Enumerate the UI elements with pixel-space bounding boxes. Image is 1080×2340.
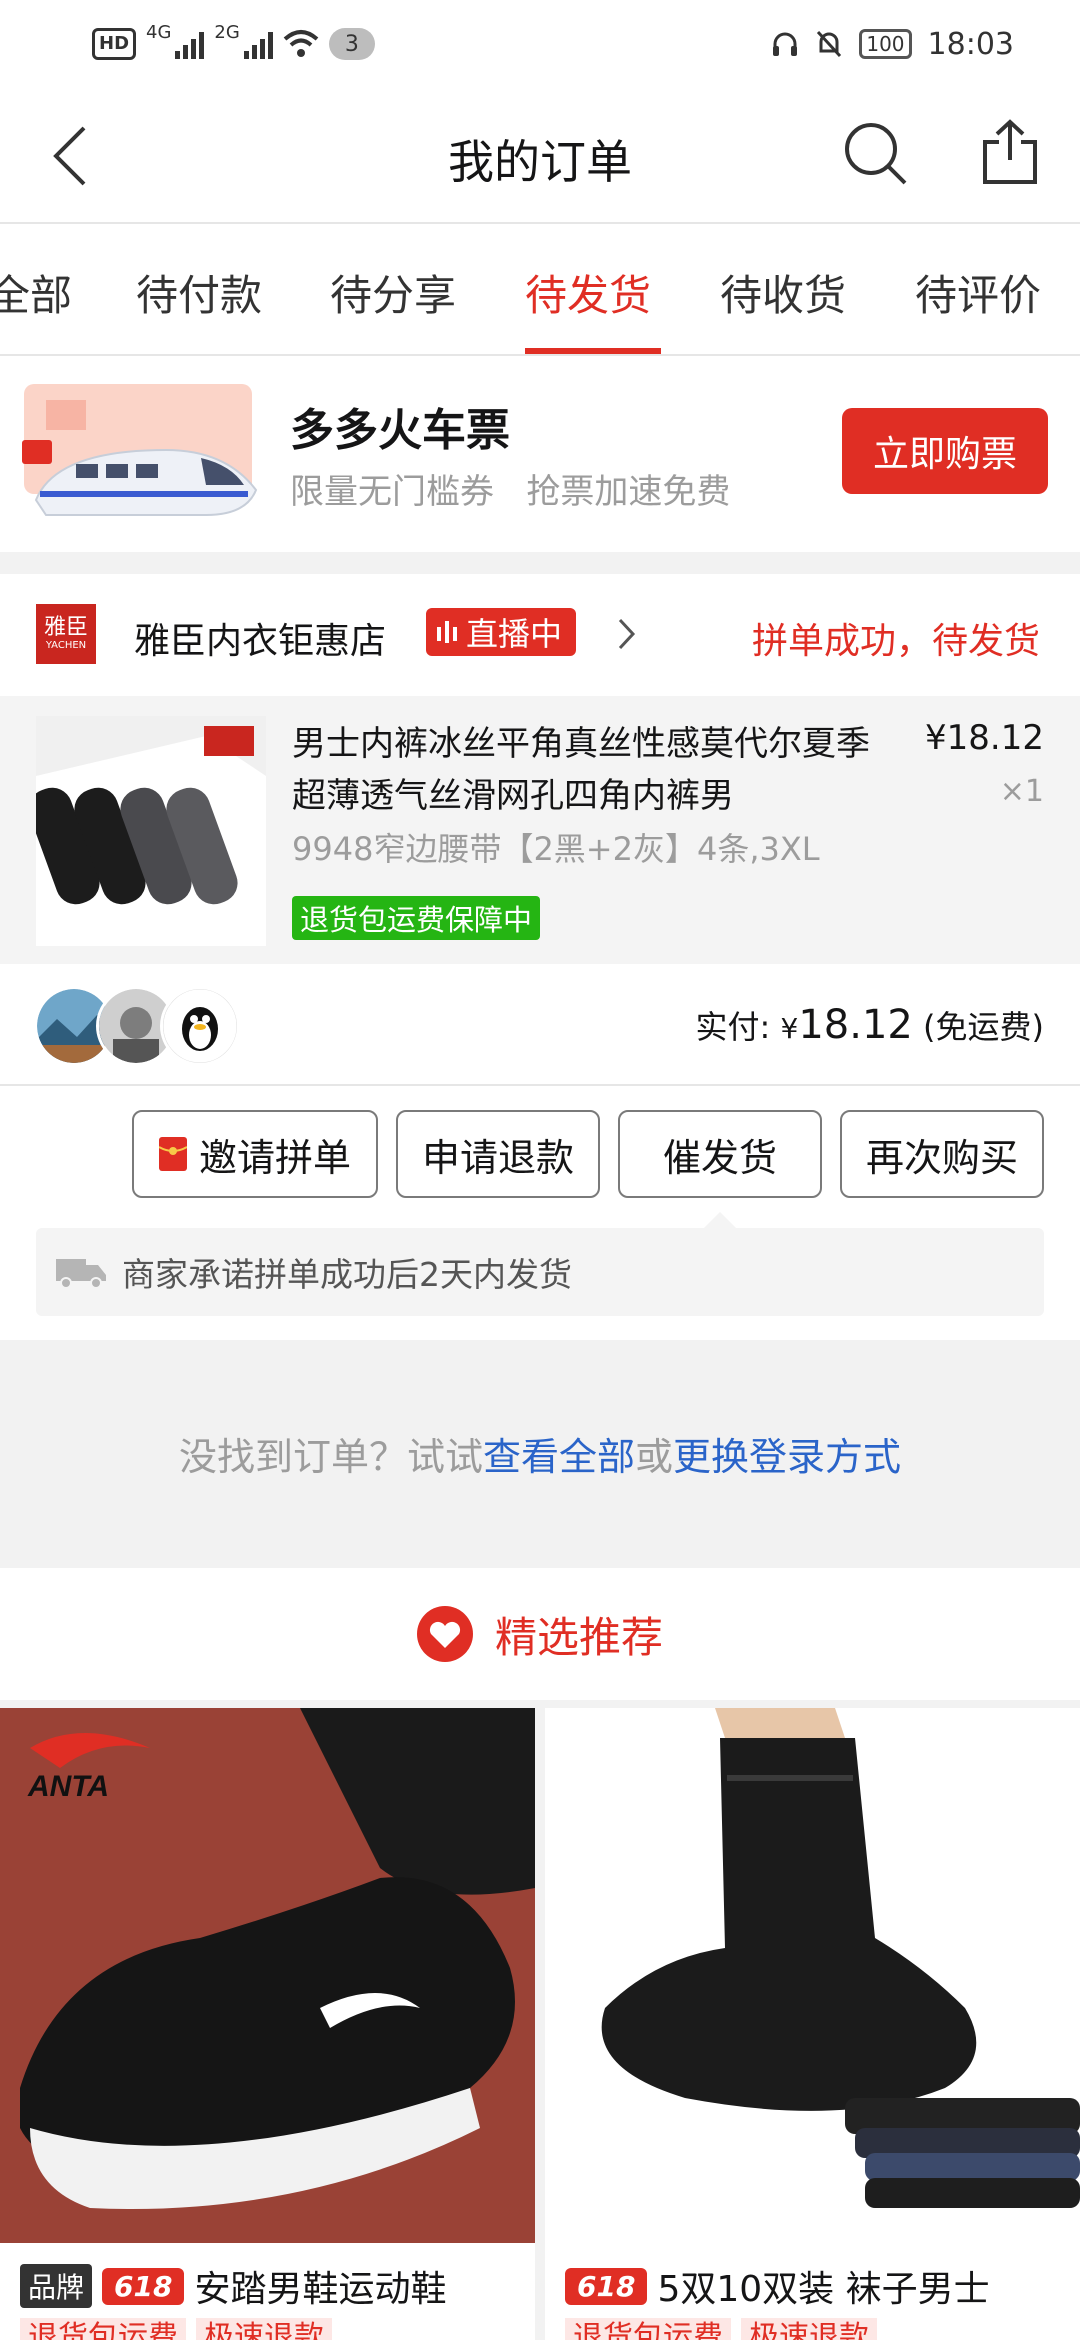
live-badge[interactable]: 直播中: [426, 608, 577, 656]
status-left: HD 4G 2G 3: [92, 22, 375, 66]
active-tab-indicator: [525, 348, 661, 354]
status-right: 100 18:03: [771, 22, 1014, 66]
recommend-title: 精选推荐: [494, 1612, 663, 1662]
invite-group-button[interactable]: 邀请拼单: [132, 1110, 378, 1198]
urge-shipment-button[interactable]: 催发货: [618, 1110, 822, 1198]
shop-logo-cn: 雅臣: [43, 615, 88, 640]
paid-value: 18.12: [798, 1002, 913, 1048]
promo-subtitle: 限量无门槛券 抢票加速免费: [290, 472, 731, 512]
svg-text:ANTA: ANTA: [27, 1770, 109, 1803]
payment-row: 实付: ¥18.12 (免运费): [0, 964, 1080, 1086]
tab-all[interactable]: 全部: [0, 262, 72, 323]
live-bars-icon: [437, 621, 457, 643]
product-price: ¥18.12: [925, 718, 1044, 758]
shipping-promise-text: 商家承诺拼单成功后2天内发货: [122, 1255, 572, 1294]
network-type-2: 2G: [214, 22, 240, 43]
product-quantity: ×1: [999, 774, 1044, 809]
request-refund-button[interactable]: 申请退款: [396, 1110, 600, 1198]
shop-logo: 雅臣 YACHEN: [36, 604, 96, 664]
product-image: [545, 1708, 1080, 2243]
heart-badge-icon: [416, 1606, 473, 1662]
recommend-grid: ANTA 品牌 618 安踏男鞋运动鞋 退货包运费 极速退款 618 5双10双…: [0, 1708, 1080, 2340]
underwear-product-image: [36, 716, 266, 946]
bell-muted-icon: [817, 30, 842, 58]
order-status: 拼单成功，待发货: [751, 621, 1040, 662]
train-ticket-promo[interactable]: 多多火车票 限量无门槛券 抢票加速免费 立即购票: [0, 356, 1080, 552]
sneaker-image: ANTA: [0, 1708, 535, 2243]
brand-tag: 品牌: [20, 2264, 93, 2308]
order-actions: 邀请拼单 申请退款 催发货 再次购买 商家承诺拼单成功后2天内发货: [0, 1086, 1080, 1340]
return-shipping-tag: 退货包运费保障中: [292, 896, 541, 940]
product-title-row: 618 5双10双装 袜子男士: [565, 2260, 990, 2312]
order-shop-header[interactable]: 雅臣 YACHEN 雅臣内衣钜惠店 直播中 拼单成功，待发货: [0, 574, 1080, 696]
product-thumbnail: [36, 716, 266, 946]
shop-logo-en: YACHEN: [45, 640, 87, 651]
hd-indicator: HD: [92, 28, 137, 60]
share-icon: [983, 119, 1037, 184]
view-all-link[interactable]: 查看全部: [483, 1426, 635, 1481]
notification-count-badge: 3: [328, 28, 375, 60]
order-item[interactable]: 男士内裤冰丝平角真丝性感莫代尔夏季超薄透气丝滑网孔四角内裤男 9948窄边腰带【…: [0, 696, 1080, 964]
tab-pending-shipment[interactable]: 待发货: [525, 262, 651, 323]
network-type-1: 4G: [146, 22, 172, 43]
product-spec: 9948窄边腰带【2黑+2灰】4条,3XL: [292, 830, 820, 868]
share-button[interactable]: [970, 112, 1050, 192]
product-tag: 退货包运费: [20, 2318, 186, 2340]
tab-pending-receipt[interactable]: 待收货: [720, 262, 846, 323]
status-time: 18:03: [927, 26, 1014, 62]
paid-note: (免运费): [912, 1008, 1044, 1046]
promo-618-tag: 618: [565, 2267, 648, 2305]
shipping-promise-notice: 商家承诺拼单成功后2天内发货: [36, 1228, 1044, 1316]
truck-icon: [56, 1259, 106, 1289]
page-title: 我的订单: [448, 135, 632, 189]
signal-icon: [243, 29, 273, 59]
not-found-prefix: 没找到订单？试试: [178, 1434, 483, 1479]
tab-pending-payment[interactable]: 待付款: [136, 262, 262, 323]
live-label: 直播中: [466, 615, 563, 653]
product-tags: 退货包运费 极速退款: [565, 2318, 877, 2340]
product-title: 5双10双装 袜子男士: [657, 2269, 990, 2310]
notice-pointer: [704, 1212, 736, 1228]
product-name[interactable]: 男士内裤冰丝平角真丝性感莫代尔夏季超薄透气丝滑网孔四角内裤男: [292, 718, 892, 822]
headphones-icon: [773, 32, 798, 56]
search-button[interactable]: [836, 114, 916, 194]
invite-group-label: 邀请拼单: [198, 1135, 351, 1180]
shop-name[interactable]: 雅臣内衣钜惠店: [134, 612, 386, 664]
product-tag: 极速退款: [741, 2318, 877, 2340]
product-title-row: 品牌 618 安踏男鞋运动鞋: [20, 2260, 446, 2312]
recommend-header: 精选推荐: [0, 1568, 1080, 1700]
chevron-right-icon: [618, 618, 636, 650]
socks-image: [545, 1708, 1080, 2243]
signal-icon: [175, 29, 205, 59]
product-card[interactable]: 618 5双10双装 袜子男士 退货包运费 极速退款: [545, 1708, 1080, 2340]
paid-currency: ¥: [780, 1012, 799, 1045]
product-title: 安踏男鞋运动鞋: [194, 2269, 447, 2310]
red-envelope-icon: [158, 1137, 187, 1171]
switch-login-link[interactable]: 更换登录方式: [673, 1426, 901, 1481]
product-tag: 退货包运费: [565, 2318, 731, 2340]
buy-ticket-button[interactable]: 立即购票: [842, 408, 1048, 494]
paid-amount: 实付: ¥18.12 (免运费): [696, 1002, 1044, 1048]
order-tabs: 全部 待付款 待分享 待发货 待收货 待评价: [0, 224, 1080, 356]
product-card[interactable]: ANTA 品牌 618 安踏男鞋运动鞋 退货包运费 极速退款: [0, 1708, 535, 2340]
product-image: ANTA: [0, 1708, 535, 2243]
top-nav-bar: 我的订单: [0, 86, 1080, 224]
train-illustration: [22, 384, 258, 516]
product-tag: 极速退款: [196, 2318, 332, 2340]
avatar[interactable]: [160, 986, 240, 1066]
product-tags: 退货包运费 极速退款: [20, 2318, 332, 2340]
tab-pending-share[interactable]: 待分享: [330, 262, 456, 323]
paid-label: 实付:: [695, 1008, 781, 1046]
promo-618-tag: 618: [102, 2267, 185, 2305]
wifi-icon: [283, 30, 319, 57]
order-not-found-hint: 没找到订单？试试 查看全部或更换登录方式: [0, 1340, 1080, 1566]
tab-pending-review[interactable]: 待评价: [915, 262, 1041, 323]
not-found-mid: 或: [635, 1434, 674, 1479]
search-icon: [845, 123, 907, 185]
status-bar: HD 4G 2G 3 100 18:03: [0, 0, 1080, 86]
battery-icon: 100: [859, 29, 912, 59]
promo-title: 多多火车票: [290, 405, 510, 456]
buy-again-button[interactable]: 再次购买: [840, 1110, 1044, 1198]
